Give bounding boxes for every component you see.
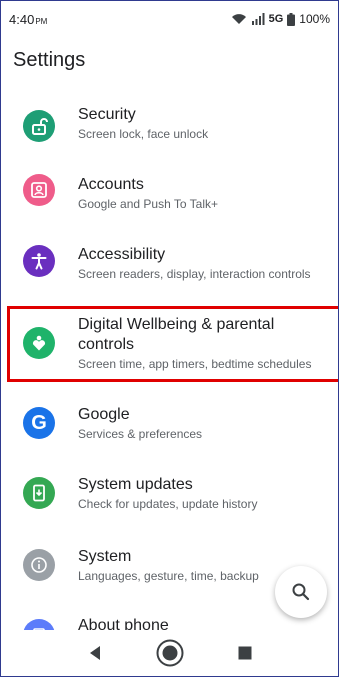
accessibility-icon xyxy=(23,245,55,277)
settings-item-summary: Screen readers, display, interaction con… xyxy=(78,267,311,281)
settings-item-security[interactable]: Security Screen lock, face unlock xyxy=(1,101,338,161)
battery-percent: 100% xyxy=(299,12,330,26)
status-icons: 5G 100% xyxy=(231,12,330,26)
settings-item-summary: Screen lock, face unlock xyxy=(78,127,209,141)
settings-item-title: System updates xyxy=(78,476,193,493)
settings-item-title: Google xyxy=(78,406,130,423)
page-title: Settings xyxy=(13,49,86,71)
account-icon xyxy=(23,174,55,206)
wifi-icon xyxy=(231,14,246,24)
network-type: 5G xyxy=(268,13,284,25)
signal-icon xyxy=(251,13,265,25)
settings-item-title: Security xyxy=(78,106,136,123)
highlight-box xyxy=(7,306,338,382)
screen-frame: 4:40 PM 5G 100% Settings Security Screen… xyxy=(0,0,339,677)
settings-item-title: Accessibility xyxy=(78,246,166,263)
settings-item-summary: Google and Push To Talk+ xyxy=(78,197,218,211)
status-clock: 4:40 PM xyxy=(9,12,47,27)
home-icon[interactable] xyxy=(155,638,185,668)
recents-icon[interactable] xyxy=(238,646,252,660)
settings-item-accounts[interactable]: Accounts Google and Push To Talk+ xyxy=(1,171,338,231)
back-icon[interactable] xyxy=(88,645,102,661)
status-ampm: PM xyxy=(35,16,48,26)
settings-item-summary: Services & preferences xyxy=(78,427,203,441)
system-update-icon xyxy=(23,477,55,509)
lock-icon xyxy=(23,110,55,142)
navigation-bar xyxy=(1,630,338,676)
battery-icon xyxy=(287,12,296,26)
info-icon xyxy=(23,549,55,581)
settings-item-title: System xyxy=(78,548,132,565)
status-bar: 4:40 PM 5G 100% xyxy=(1,1,338,37)
search-button[interactable] xyxy=(275,566,327,618)
google-icon: G xyxy=(23,407,55,439)
settings-item-system-updates[interactable]: System updates Check for updates, update… xyxy=(1,471,338,531)
settings-item-google[interactable]: G Google Services & preferences xyxy=(1,401,338,461)
settings-item-title: Accounts xyxy=(78,176,144,193)
settings-item-accessibility[interactable]: Accessibility Screen readers, display, i… xyxy=(1,241,338,301)
search-icon xyxy=(292,583,310,601)
settings-item-summary: Check for updates, update history xyxy=(78,497,258,511)
status-time: 4:40 xyxy=(9,11,35,27)
